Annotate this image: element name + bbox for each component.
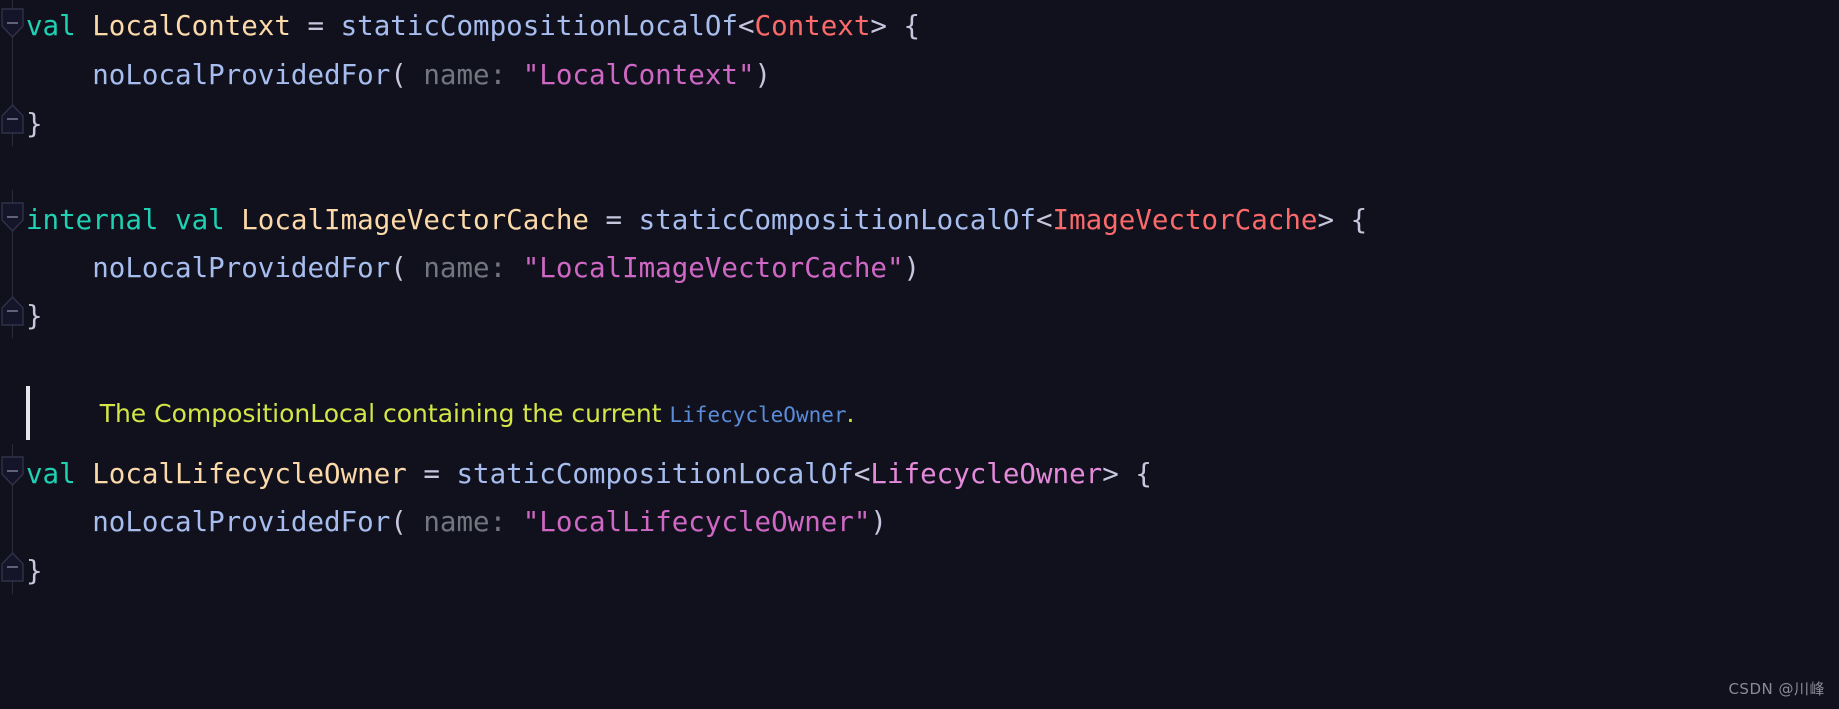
code-token-punc xyxy=(76,458,93,490)
code-line[interactable]: val LocalLifecycleOwner = staticComposit… xyxy=(26,450,1152,499)
doc-comment-text-before: The CompositionLocal containing the curr… xyxy=(99,398,670,428)
fold-collapse-icon[interactable] xyxy=(1,552,24,582)
fold-collapse-icon[interactable] xyxy=(1,202,24,232)
code-line[interactable]: noLocalProvidedFor( name: "LocalLifecycl… xyxy=(26,498,887,547)
code-line[interactable]: noLocalProvidedFor( name: "LocalImageVec… xyxy=(26,244,920,293)
code-token-hint: name: xyxy=(423,506,507,538)
code-token-ident: staticCompositionLocalOf xyxy=(456,458,854,490)
code-token-punc: > xyxy=(1317,204,1351,236)
code-line[interactable]: } xyxy=(26,100,43,149)
fold-marker-close-1[interactable] xyxy=(1,104,24,134)
code-token-ident: noLocalProvidedFor xyxy=(92,506,391,538)
fold-collapse-icon[interactable] xyxy=(1,296,24,326)
code-token-decl: LocalImageVectorCache xyxy=(241,204,589,236)
code-token-punc: ) xyxy=(870,506,887,538)
code-token-punc xyxy=(506,252,523,284)
code-token-brace: } xyxy=(26,300,43,332)
code-token-punc: > xyxy=(870,10,904,42)
code-token-punc: < xyxy=(853,458,871,490)
code-token-punc xyxy=(225,204,242,236)
watermark: CSDN @川峰 xyxy=(1728,680,1825,698)
code-token-brace: } xyxy=(26,108,43,140)
code-token-str: "LocalImageVectorCache" xyxy=(522,252,904,284)
code-token-brace: { xyxy=(1350,204,1368,236)
code-token-brace: { xyxy=(903,10,921,42)
code-token-kw: internal val xyxy=(26,204,225,236)
fold-collapse-icon[interactable] xyxy=(1,104,24,134)
fold-collapse-icon[interactable] xyxy=(1,8,24,38)
code-token-punc: ( xyxy=(390,252,424,284)
code-token-typep: LifecycleOwner xyxy=(870,458,1103,490)
code-token-kw: val xyxy=(26,458,76,490)
code-token-ident: staticCompositionLocalOf xyxy=(638,204,1036,236)
code-token-punc: = xyxy=(588,204,639,236)
code-token-punc: ) xyxy=(903,252,921,284)
fold-marker-open-3[interactable] xyxy=(1,456,24,486)
doc-comment-code-span: LifecycleOwner xyxy=(669,402,847,427)
code-line[interactable]: val LocalContext = staticCompositionLoca… xyxy=(26,2,920,51)
code-line[interactable]: internal val LocalImageVectorCache = sta… xyxy=(26,196,1367,245)
code-line[interactable]: noLocalProvidedFor( name: "LocalContext"… xyxy=(26,51,771,100)
code-token-brace: { xyxy=(1135,458,1152,490)
code-token-type: Context xyxy=(754,10,871,42)
code-token-punc: < xyxy=(1035,204,1053,236)
code-token-punc xyxy=(506,506,523,538)
fold-collapse-icon[interactable] xyxy=(1,456,24,486)
doc-comment-block: The CompositionLocal containing the curr… xyxy=(26,384,854,442)
code-token-kw: val xyxy=(26,10,76,42)
code-token-brace: } xyxy=(26,555,43,587)
code-token-punc xyxy=(26,252,92,284)
code-token-decl: LocalContext xyxy=(92,10,291,42)
code-token-str: "LocalContext" xyxy=(522,59,755,91)
code-token-ident: noLocalProvidedFor xyxy=(92,252,391,284)
fold-marker-open-1[interactable] xyxy=(1,8,24,38)
code-token-punc xyxy=(506,59,523,91)
fold-marker-close-3[interactable] xyxy=(1,552,24,582)
code-token-punc: = xyxy=(406,458,457,490)
code-token-punc xyxy=(26,59,92,91)
code-line[interactable]: } xyxy=(26,547,43,596)
code-token-punc: ( xyxy=(390,506,424,538)
code-token-punc: < xyxy=(737,10,755,42)
code-editor-view: val LocalContext = staticCompositionLoca… xyxy=(0,0,1839,709)
code-token-punc: > xyxy=(1102,458,1136,490)
code-token-ident: noLocalProvidedFor xyxy=(92,59,391,91)
doc-comment-bar xyxy=(26,386,30,440)
code-token-hint: name: xyxy=(423,252,507,284)
code-token-punc: ) xyxy=(754,59,772,91)
code-token-punc xyxy=(26,506,92,538)
code-token-punc: ( xyxy=(390,59,424,91)
code-token-punc xyxy=(76,10,93,42)
code-token-decl: LocalLifecycleOwner xyxy=(92,458,407,490)
code-token-hint: name: xyxy=(423,59,507,91)
code-token-str: "LocalLifecycleOwner" xyxy=(522,506,871,538)
doc-comment-text-after: . xyxy=(846,398,855,428)
doc-comment-text: The CompositionLocal containing the curr… xyxy=(52,376,855,451)
code-token-ident: staticCompositionLocalOf xyxy=(340,10,738,42)
fold-gutter[interactable] xyxy=(0,0,26,709)
code-token-punc: = xyxy=(290,10,341,42)
fold-marker-open-2[interactable] xyxy=(1,202,24,232)
code-line[interactable]: } xyxy=(26,292,43,341)
code-token-type: ImageVectorCache xyxy=(1052,204,1318,236)
fold-marker-close-2[interactable] xyxy=(1,296,24,326)
